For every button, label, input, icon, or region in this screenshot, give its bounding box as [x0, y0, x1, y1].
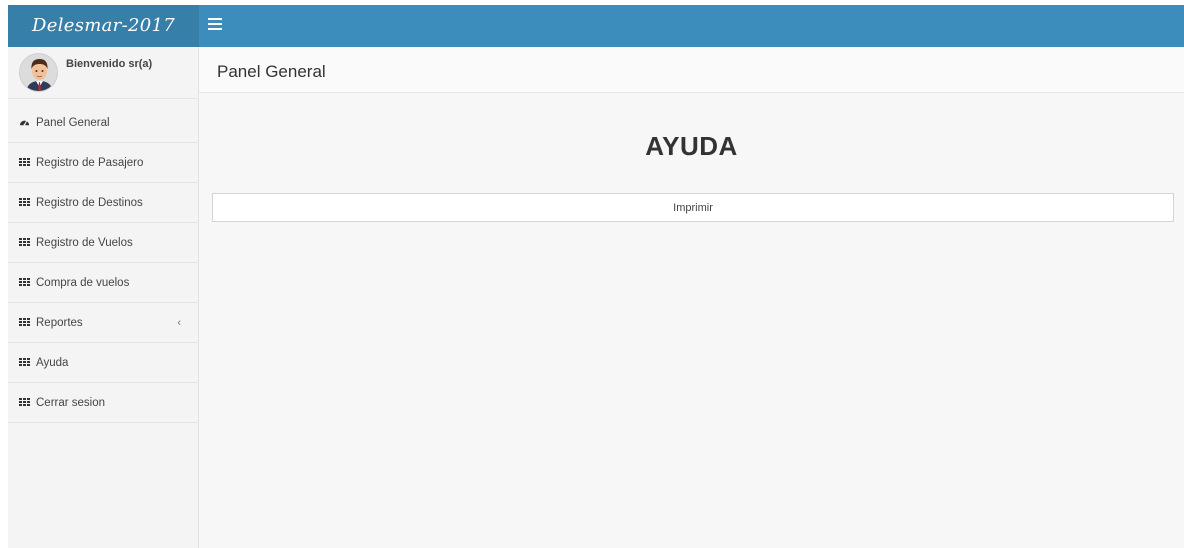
main-content: AYUDA Imprimir — [199, 93, 1184, 548]
page-title: Panel General — [217, 62, 326, 81]
sidebar-item-label: Ayuda — [36, 356, 69, 369]
sidebar-item-cerrar-sesion[interactable]: Cerrar sesion — [8, 383, 198, 423]
table-icon — [19, 238, 30, 247]
sidebar-item-label: Reportes — [36, 316, 83, 329]
sidebar-item-label: Panel General — [36, 117, 110, 129]
sidebar-item-registro-pasajero[interactable]: Registro de Pasajero — [8, 143, 198, 183]
top-navbar — [199, 5, 1184, 47]
table-icon — [19, 398, 30, 407]
sidebar-item-registro-vuelos[interactable]: Registro de Vuelos — [8, 223, 198, 263]
sidebar-item-label: Registro de Pasajero — [36, 156, 144, 169]
sidebar-item-panel-general[interactable]: Panel General — [8, 109, 198, 143]
sidebar-item-label: Cerrar sesion — [36, 396, 106, 409]
table-icon — [19, 278, 30, 287]
sidebar-item-compra-vuelos[interactable]: Compra de vuelos — [8, 263, 198, 303]
sidebar-item-ayuda[interactable]: Ayuda — [8, 343, 198, 383]
app-logo[interactable]: Delesmar-2017 — [8, 5, 199, 47]
user-avatar-icon — [19, 53, 58, 92]
content-header: Panel General — [199, 47, 1184, 93]
sidebar: Bienvenido sr(a) Panel General Registro … — [8, 47, 199, 548]
sidebar-item-reportes[interactable]: Reportes ‹ — [8, 303, 198, 343]
sidebar-item-label: Registro de Vuelos — [36, 236, 133, 249]
table-icon — [19, 158, 30, 167]
sidebar-item-label: Compra de vuelos — [36, 276, 130, 289]
sidebar-menu: Panel General Registro de Pasajero Regis… — [8, 109, 198, 423]
table-icon — [19, 358, 30, 367]
table-icon — [19, 318, 30, 327]
dashboard-icon — [19, 120, 30, 126]
sidebar-item-registro-destinos[interactable]: Registro de Destinos — [8, 183, 198, 223]
print-button[interactable]: Imprimir — [212, 193, 1174, 222]
chevron-left-icon[interactable]: ‹ — [177, 317, 181, 329]
help-heading: AYUDA — [645, 131, 738, 161]
user-panel: Bienvenido sr(a) — [8, 47, 198, 99]
menu-toggle-icon[interactable] — [208, 18, 222, 32]
app-window: Delesmar-2017 Bienvenido sr(a) Panel Gen… — [8, 5, 1184, 548]
sidebar-item-label: Registro de Destinos — [36, 196, 143, 209]
user-greeting: Bienvenido sr(a) — [66, 58, 153, 70]
table-icon — [19, 198, 30, 207]
